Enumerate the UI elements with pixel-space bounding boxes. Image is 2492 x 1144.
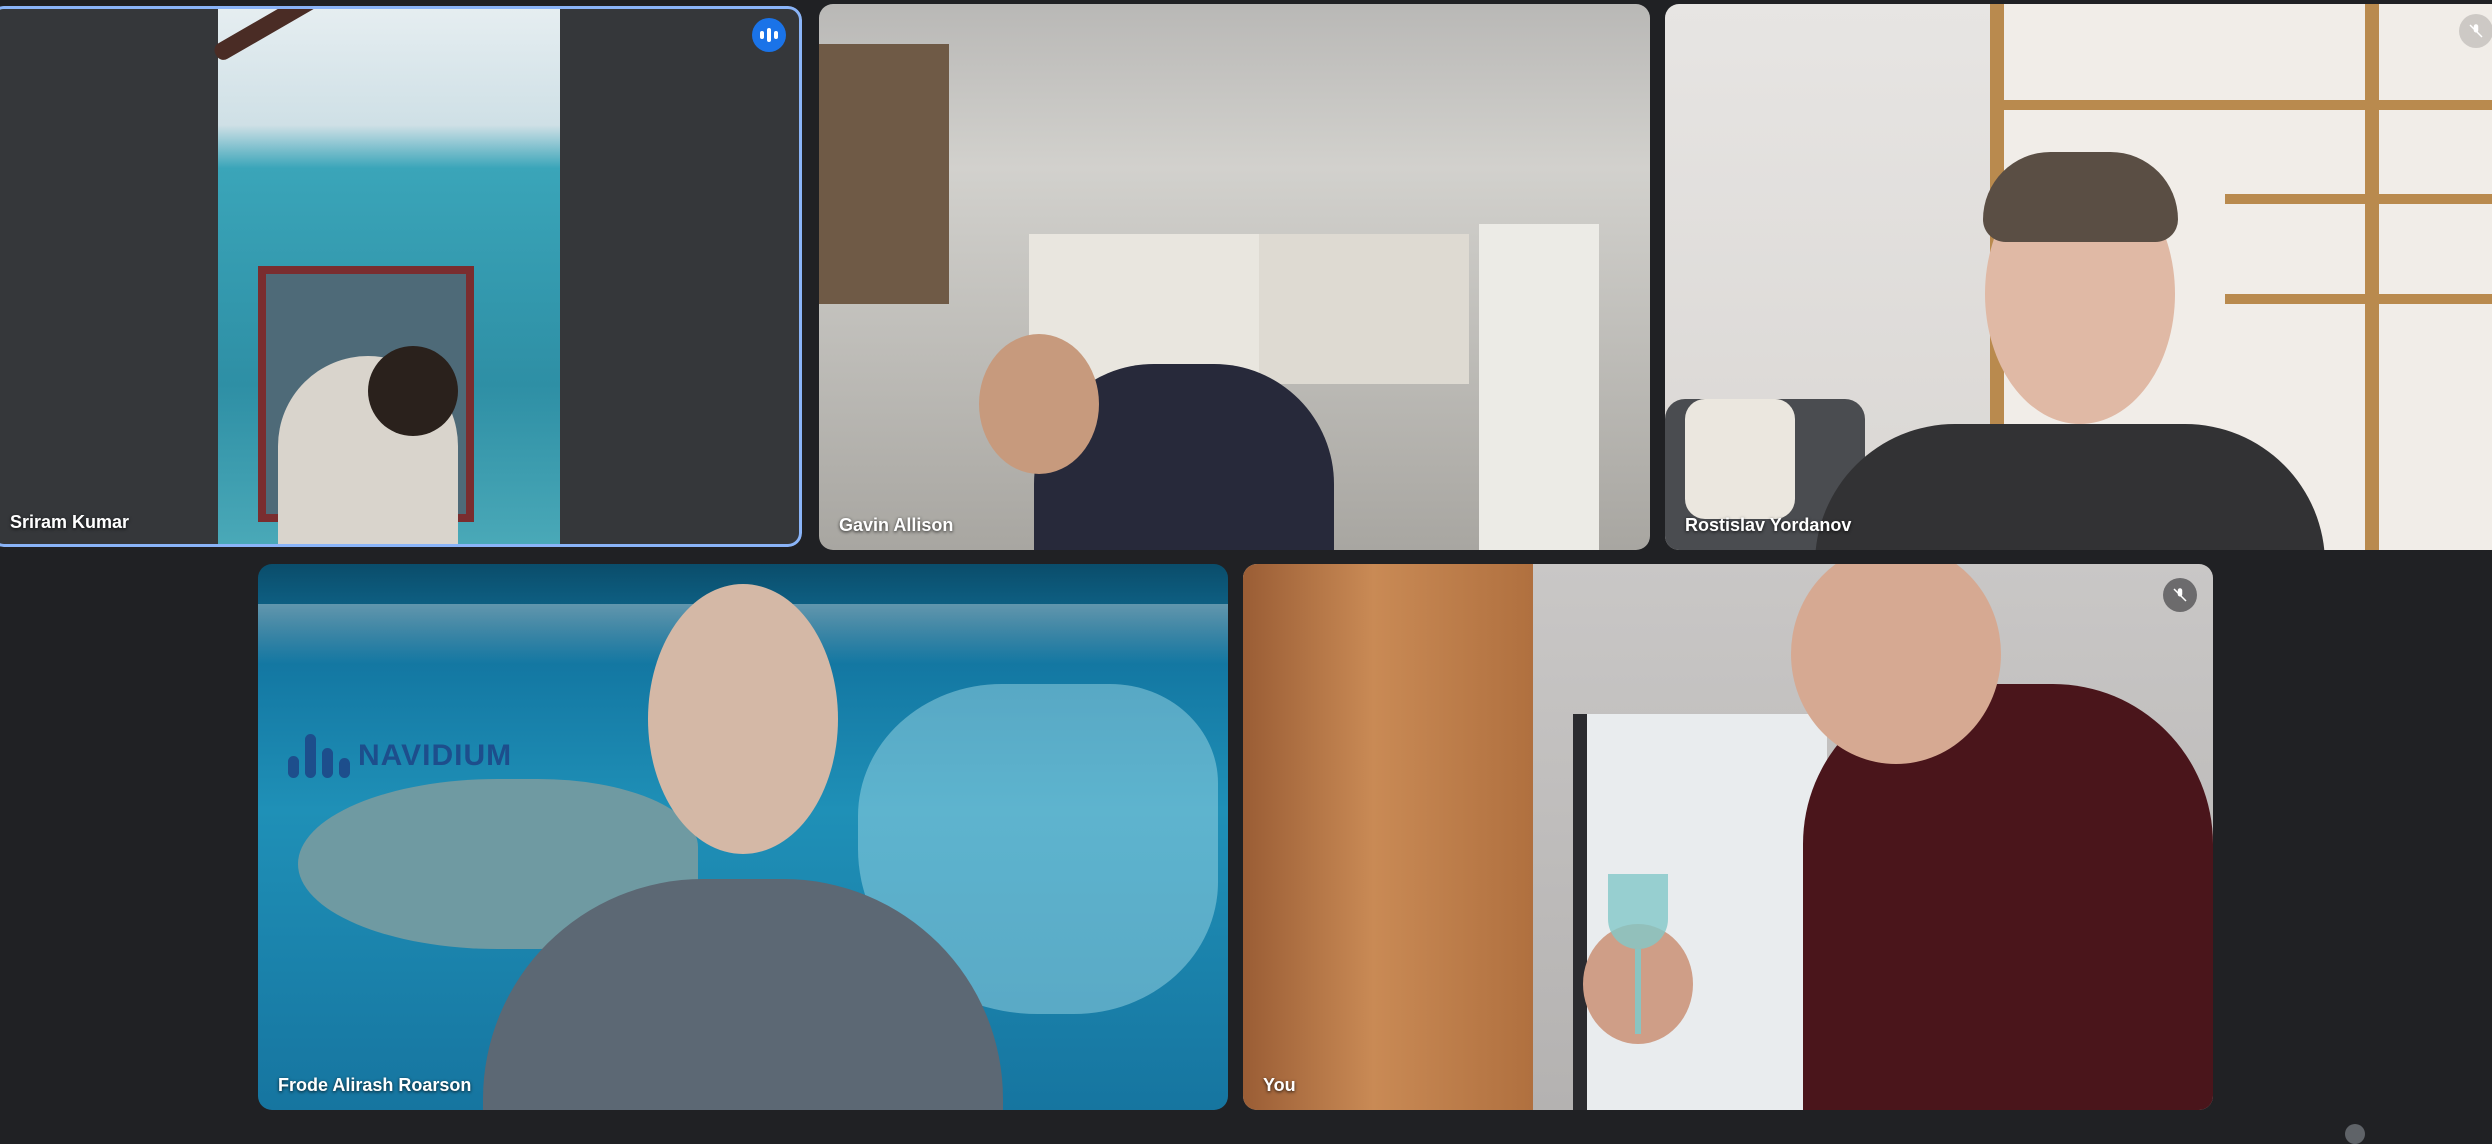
participant-tile-gavin[interactable]: Gavin Allison <box>819 4 1650 550</box>
participant-tile-sriram[interactable]: Sriram Kumar <box>0 6 802 547</box>
participant-name: Rostislav Yordanov <box>1685 515 1852 535</box>
speaking-indicator-icon <box>752 18 786 52</box>
person-head <box>648 584 838 854</box>
shelf-board <box>1995 100 2492 110</box>
logo-text: NAVIDIUM <box>358 739 513 772</box>
person <box>1815 424 2325 550</box>
wall-cabinet <box>1479 224 1599 550</box>
overflow-indicator-icon[interactable] <box>2345 1124 2365 1144</box>
shelf-board <box>2225 194 2492 204</box>
cabinet-door <box>1243 564 1533 1110</box>
logo-mark-icon <box>288 734 350 778</box>
person-head <box>368 346 458 436</box>
participant-tile-frode[interactable]: NAVIDIUM Frode Alirash Roarson <box>258 564 1228 1110</box>
wine-glass <box>1608 874 1668 949</box>
range-hood <box>819 44 949 304</box>
mic-off-icon <box>2459 14 2492 48</box>
glass-stem <box>1635 949 1641 1034</box>
person-head <box>979 334 1099 474</box>
participant-name: You <box>1263 1075 1296 1095</box>
participant-name: Gavin Allison <box>839 515 954 535</box>
shelf-post <box>2365 4 2379 550</box>
participant-tile-you[interactable]: You <box>1243 564 2213 1110</box>
person-hair <box>1983 152 2178 242</box>
navidium-logo: NAVIDIUM <box>288 734 512 778</box>
participant-tile-rostislav[interactable]: Rostislav Yordanov <box>1665 4 2492 550</box>
shelf-board <box>2225 294 2492 304</box>
participant-name: Frode Alirash Roarson <box>278 1075 472 1095</box>
video-feed <box>211 6 560 547</box>
cabinet <box>1259 234 1469 384</box>
pillow <box>1685 399 1795 519</box>
participant-name: Sriram Kumar <box>10 512 130 532</box>
ceiling-fan <box>211 6 325 63</box>
mic-off-icon <box>2163 578 2197 612</box>
